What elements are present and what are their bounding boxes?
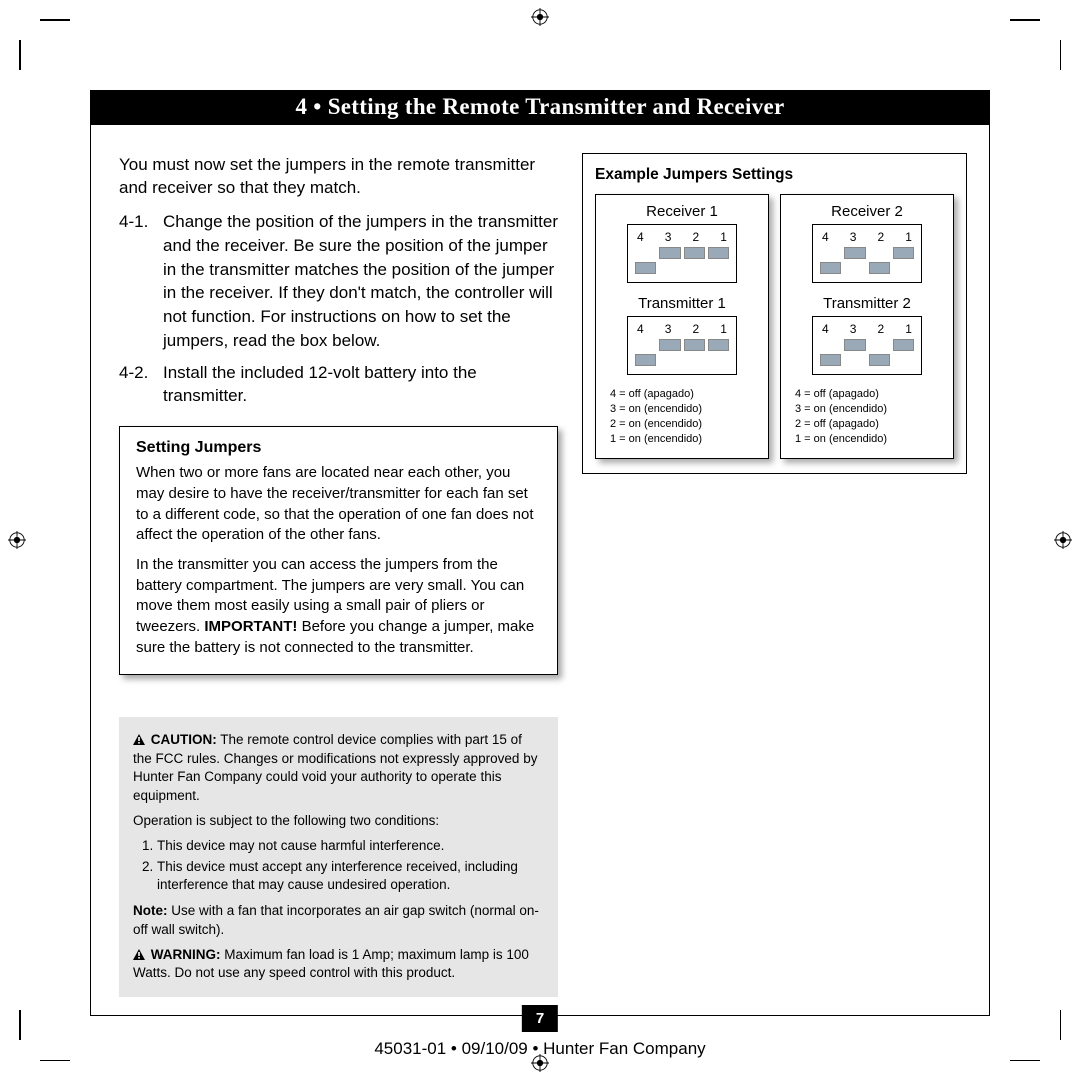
infobox-heading: Setting Jumpers [136,439,541,457]
jumper-switch: 4321 [627,316,737,375]
infobox-para: When two or more fans are located near e… [136,463,541,546]
content-frame: You must now set the jumpers in the remo… [90,125,990,1016]
transmitter-label: Transmitter 1 [604,295,760,312]
infobox-para: In the transmitter you can access the ju… [136,555,541,658]
footer-text: 45031-01 • 09/10/09 • Hunter Fan Company [91,1039,989,1059]
right-column: Example Jumpers Settings Receiver 1 4321… [582,153,967,997]
step-body: Change the position of the jumpers in th… [163,210,558,353]
caution-line: CAUTION: The remote control device compl… [133,731,544,804]
step-number: 4-2. [119,361,163,409]
condition-item: This device may not cause harmful interf… [157,837,544,855]
warning-icon [133,732,145,750]
receiver-label: Receiver 1 [604,203,760,220]
example-settings-box: Example Jumpers Settings Receiver 1 4321… [582,153,967,474]
step-body: Install the included 12-volt battery int… [163,361,558,409]
jumper-legend: 4 = off (apagado)3 = on (encendido)2 = o… [604,387,760,446]
condition-item: This device must accept any interference… [157,858,544,895]
transmitter-label: Transmitter 2 [789,295,945,312]
example-title: Example Jumpers Settings [595,166,954,184]
jumper-switch: 4321 [627,224,737,283]
setting-jumpers-box: Setting Jumpers When two or more fans ar… [119,426,558,675]
page: 4 • Setting the Remote Transmitter and R… [90,90,990,1010]
step-number: 4-1. [119,210,163,353]
crop-mark-icon [1040,1040,1080,1080]
intro-text: You must now set the jumpers in the remo… [119,153,558,200]
regulatory-box: CAUTION: The remote control device compl… [119,717,558,996]
operation-line: Operation is subject to the following tw… [133,812,544,830]
example-column: Receiver 2 4321 Transmitter 2 4321 4 = o… [780,194,954,459]
example-column: Receiver 1 4321 Transmitter 1 4321 4 = o… [595,194,769,459]
section-title: 4 • Setting the Remote Transmitter and R… [90,90,990,125]
jumper-switch: 4321 [812,316,922,375]
left-column: You must now set the jumpers in the remo… [119,153,558,997]
crop-mark-icon [0,1040,40,1080]
jumper-legend: 4 = off (apagado)3 = on (encendido)2 = o… [789,387,945,446]
registration-mark-icon [531,8,549,26]
registration-mark-icon [1054,531,1072,549]
warning-icon [133,947,145,965]
conditions-list: This device may not cause harmful interf… [157,837,544,894]
page-number-badge: 7 [522,1005,558,1032]
note-line: Note: Use with a fan that incorporates a… [133,902,544,939]
step-item: 4-1. Change the position of the jumpers … [119,210,558,353]
warning-line: WARNING: Maximum fan load is 1 Amp; maxi… [133,946,544,983]
crop-mark-icon [0,0,40,40]
jumper-switch: 4321 [812,224,922,283]
crop-mark-icon [1040,0,1080,40]
step-item: 4-2. Install the included 12-volt batter… [119,361,558,409]
receiver-label: Receiver 2 [789,203,945,220]
registration-mark-icon [8,531,26,549]
